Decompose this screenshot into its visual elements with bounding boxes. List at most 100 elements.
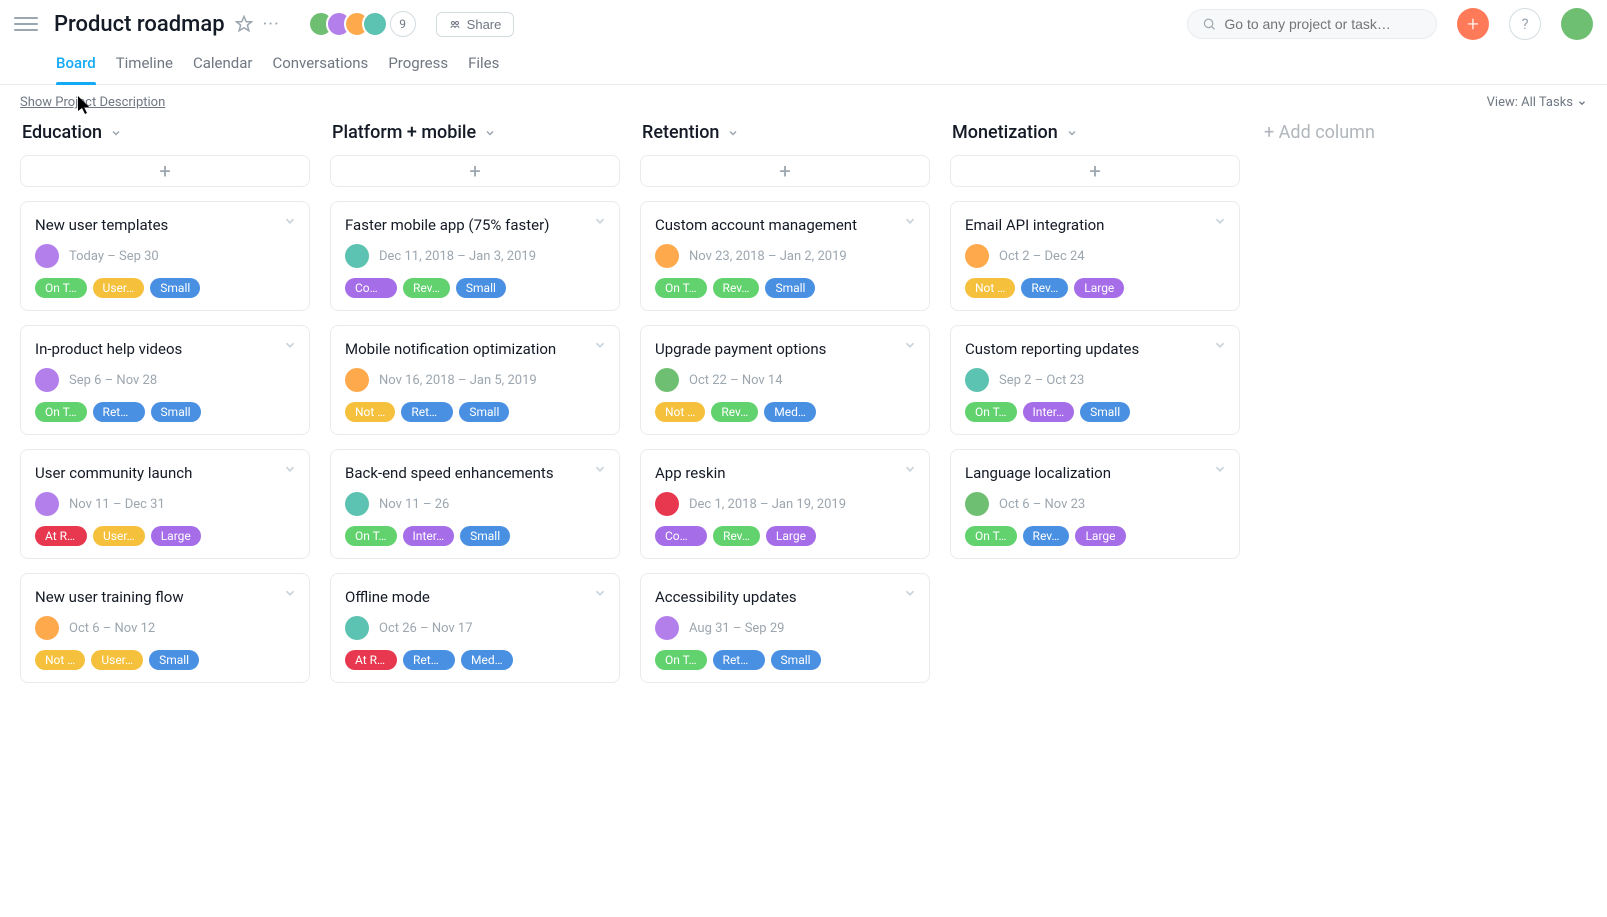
member-avatar[interactable] — [362, 11, 388, 37]
task-card[interactable]: Custom account management Nov 23, 2018 –… — [640, 201, 930, 311]
column-header[interactable]: Retention — [640, 114, 930, 155]
tag[interactable]: Not … — [345, 402, 395, 422]
tag[interactable]: On T… — [35, 402, 87, 422]
task-card[interactable]: Email API integration Oct 2 – Dec 24 Not… — [950, 201, 1240, 311]
tab-calendar[interactable]: Calendar — [193, 48, 253, 84]
chevron-down-icon[interactable] — [1213, 462, 1227, 476]
tab-files[interactable]: Files — [468, 48, 499, 84]
tag[interactable]: Rev… — [1021, 278, 1068, 298]
tag[interactable]: At Ri… — [345, 650, 397, 670]
assignee-avatar[interactable] — [965, 492, 989, 516]
chevron-down-icon[interactable] — [593, 214, 607, 228]
chevron-down-icon[interactable] — [903, 214, 917, 228]
chevron-down-icon[interactable] — [283, 586, 297, 600]
tag[interactable]: Rete… — [93, 402, 145, 422]
tag[interactable]: Rev… — [1023, 526, 1070, 546]
assignee-avatar[interactable] — [655, 492, 679, 516]
tag[interactable]: Com… — [655, 526, 707, 546]
tag[interactable]: Inter… — [403, 526, 455, 546]
task-card[interactable]: Faster mobile app (75% faster) Dec 11, 2… — [330, 201, 620, 311]
tag[interactable]: Rev… — [403, 278, 450, 298]
assignee-avatar[interactable] — [345, 492, 369, 516]
tag[interactable]: On T… — [965, 402, 1017, 422]
tag[interactable]: Large — [1074, 278, 1124, 298]
tag[interactable]: On T… — [965, 526, 1017, 546]
global-search[interactable] — [1187, 9, 1437, 39]
chevron-down-icon[interactable] — [903, 338, 917, 352]
tag[interactable]: User… — [93, 278, 145, 298]
task-card[interactable]: Mobile notification optimization Nov 16,… — [330, 325, 620, 435]
assignee-avatar[interactable] — [35, 368, 59, 392]
task-card[interactable]: Accessibility updates Aug 31 – Sep 29 On… — [640, 573, 930, 683]
task-card[interactable]: User community launch Nov 11 – Dec 31 At… — [20, 449, 310, 559]
assignee-avatar[interactable] — [965, 244, 989, 268]
chevron-down-icon[interactable] — [1213, 214, 1227, 228]
tag[interactable]: Small — [1080, 402, 1130, 422]
chevron-down-icon[interactable] — [593, 586, 607, 600]
tag[interactable]: Not … — [655, 402, 705, 422]
tag[interactable]: Not … — [35, 650, 85, 670]
assignee-avatar[interactable] — [345, 368, 369, 392]
tab-timeline[interactable]: Timeline — [116, 48, 173, 84]
tag[interactable]: Rete… — [713, 650, 765, 670]
tag[interactable]: User… — [91, 650, 143, 670]
task-card[interactable]: Language localization Oct 6 – Nov 23 On … — [950, 449, 1240, 559]
tag[interactable]: Small — [771, 650, 821, 670]
tag[interactable]: Large — [1075, 526, 1125, 546]
tag[interactable]: Com… — [345, 278, 397, 298]
tag[interactable]: Small — [150, 278, 200, 298]
task-card[interactable]: New user training flow Oct 6 – Nov 12 No… — [20, 573, 310, 683]
task-card[interactable]: Upgrade payment options Oct 22 – Nov 14 … — [640, 325, 930, 435]
column-header[interactable]: Education — [20, 114, 310, 155]
tag[interactable]: Small — [456, 278, 506, 298]
show-project-description[interactable]: Show Project Description — [20, 95, 165, 110]
tab-progress[interactable]: Progress — [388, 48, 448, 84]
chevron-down-icon[interactable] — [903, 586, 917, 600]
assignee-avatar[interactable] — [35, 244, 59, 268]
project-members[interactable] — [308, 11, 388, 37]
task-card[interactable]: New user templates Today – Sep 30 On T…U… — [20, 201, 310, 311]
tag[interactable]: Small — [765, 278, 815, 298]
tag[interactable]: Med… — [461, 650, 513, 670]
view-filter[interactable]: View: All Tasks — [1487, 95, 1587, 110]
add-card-button[interactable]: + — [20, 155, 310, 187]
chevron-down-icon[interactable] — [283, 338, 297, 352]
tag[interactable]: Rev… — [713, 526, 760, 546]
tag[interactable]: Not … — [965, 278, 1015, 298]
add-card-button[interactable]: + — [950, 155, 1240, 187]
chevron-down-icon[interactable] — [1213, 338, 1227, 352]
tag[interactable]: Small — [151, 402, 201, 422]
assignee-avatar[interactable] — [655, 244, 679, 268]
add-card-button[interactable]: + — [640, 155, 930, 187]
tag[interactable]: Large — [766, 526, 816, 546]
task-card[interactable]: In-product help videos Sep 6 – Nov 28 On… — [20, 325, 310, 435]
chevron-down-icon[interactable] — [903, 462, 917, 476]
tab-conversations[interactable]: Conversations — [272, 48, 368, 84]
add-column-button[interactable]: + Add column — [1260, 114, 1379, 151]
tag[interactable]: On T… — [345, 526, 397, 546]
tag[interactable]: Large — [151, 526, 201, 546]
profile-avatar[interactable] — [1561, 8, 1593, 40]
tag[interactable]: User… — [93, 526, 145, 546]
task-card[interactable]: App reskin Dec 1, 2018 – Jan 19, 2019 Co… — [640, 449, 930, 559]
tag[interactable]: At Ri… — [35, 526, 87, 546]
chevron-down-icon[interactable] — [593, 462, 607, 476]
sidebar-toggle[interactable] — [14, 12, 38, 36]
add-card-button[interactable]: + — [330, 155, 620, 187]
tag[interactable]: Small — [460, 526, 510, 546]
assignee-avatar[interactable] — [345, 616, 369, 640]
chevron-down-icon[interactable] — [283, 462, 297, 476]
member-overflow-count[interactable]: 9 — [390, 11, 416, 37]
tag[interactable]: Rete… — [401, 402, 453, 422]
tab-board[interactable]: Board — [56, 48, 96, 84]
assignee-avatar[interactable] — [655, 368, 679, 392]
tag[interactable]: Small — [149, 650, 199, 670]
global-search-input[interactable] — [1224, 16, 1422, 32]
assignee-avatar[interactable] — [965, 368, 989, 392]
column-header[interactable]: Monetization — [950, 114, 1240, 155]
chevron-down-icon[interactable] — [593, 338, 607, 352]
assignee-avatar[interactable] — [345, 244, 369, 268]
tag[interactable]: Rev… — [711, 402, 758, 422]
tag[interactable]: Med… — [764, 402, 816, 422]
help-button[interactable]: ? — [1509, 8, 1541, 40]
